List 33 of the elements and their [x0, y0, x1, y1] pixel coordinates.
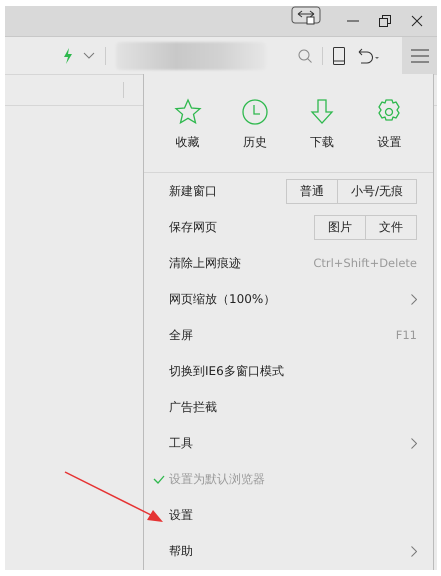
- chevron-right-icon: [411, 294, 417, 304]
- option-button[interactable]: 图片: [314, 214, 366, 240]
- shortcut-text: F11: [396, 328, 417, 342]
- menu-item[interactable]: 设置: [169, 506, 193, 524]
- menu-item[interactable]: 广告拦截: [169, 398, 217, 416]
- option-button[interactable]: 普通: [286, 178, 338, 204]
- shortcut-text: Ctrl+Shift+Delete: [313, 256, 417, 270]
- star-icon: [174, 98, 202, 126]
- menu-item[interactable]: 工具: [169, 434, 193, 452]
- quick-action-label[interactable]: 设置: [377, 134, 402, 151]
- option-button[interactable]: 小号/无痕: [336, 178, 417, 204]
- window-drag-icon[interactable]: [291, 6, 321, 26]
- menu-item[interactable]: 保存网页: [169, 218, 217, 236]
- menu-item[interactable]: 清除上网痕迹: [169, 254, 241, 272]
- menu-item[interactable]: 新建窗口: [169, 182, 217, 200]
- option-button[interactable]: 文件: [365, 214, 417, 240]
- chevron-right-icon: [411, 546, 417, 556]
- phone-icon[interactable]: [333, 46, 345, 64]
- menu-icon: [410, 48, 428, 62]
- close-icon[interactable]: [411, 15, 423, 27]
- search-icon[interactable]: [298, 48, 312, 62]
- menu-button[interactable]: [402, 37, 437, 74]
- menu-item[interactable]: 网页缩放（100%）: [169, 290, 276, 308]
- menu-item[interactable]: 全屏: [169, 326, 193, 344]
- menu-item[interactable]: 帮助: [169, 542, 193, 560]
- clock-icon: [240, 98, 269, 126]
- menu-item[interactable]: 切换到IE6多窗口模式: [169, 362, 284, 380]
- chevron-right-icon: [411, 438, 417, 448]
- quick-action-label[interactable]: 下载: [310, 134, 334, 151]
- quick-action-label[interactable]: 历史: [242, 134, 267, 151]
- chevron-down-icon[interactable]: [83, 52, 95, 59]
- quick-action-label[interactable]: 收藏: [176, 134, 200, 151]
- maximize-icon[interactable]: [379, 15, 391, 27]
